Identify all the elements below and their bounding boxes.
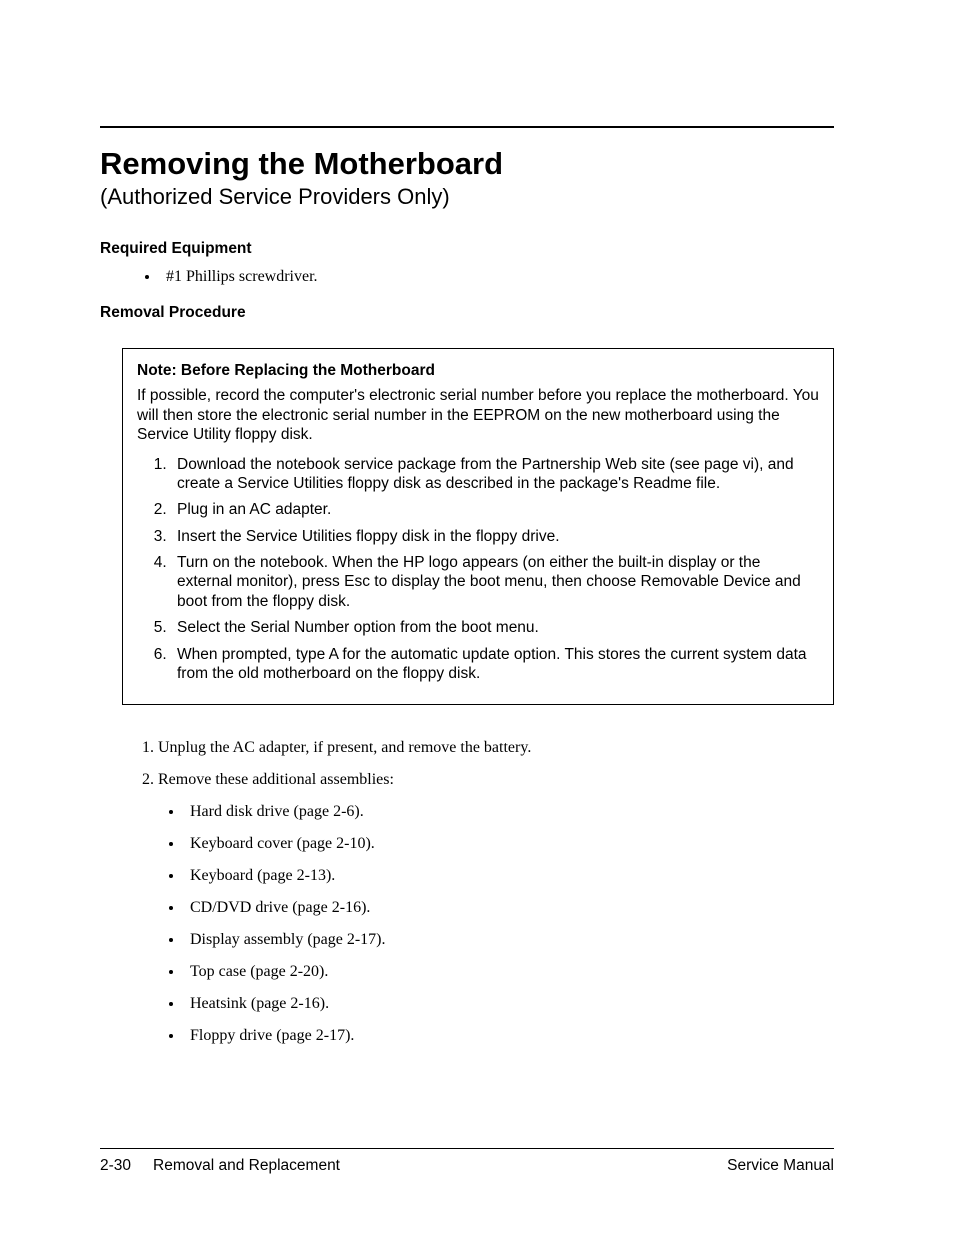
footer-left: 2-30 Removal and Replacement xyxy=(100,1157,340,1175)
assemblies-list: Hard disk drive (page 2-6). Keyboard cov… xyxy=(184,803,834,1045)
page-content: Removing the Motherboard (Authorized Ser… xyxy=(100,126,834,1175)
list-item: #1 Phillips screwdriver. xyxy=(160,268,834,286)
list-item: Plug in an AC adapter. xyxy=(171,500,819,519)
top-rule xyxy=(100,126,834,128)
note-box: Note: Before Replacing the Motherboard I… xyxy=(122,348,834,705)
list-item: Download the notebook service package fr… xyxy=(171,455,819,494)
page-footer: 2-30 Removal and Replacement Service Man… xyxy=(100,1148,834,1175)
note-steps: Download the notebook service package fr… xyxy=(153,455,819,684)
section-name: Removal and Replacement xyxy=(153,1157,340,1175)
note-title: Note: Before Replacing the Motherboard xyxy=(137,361,819,380)
list-item: CD/DVD drive (page 2-16). xyxy=(184,899,834,917)
equipment-heading: Required Equipment xyxy=(100,240,834,258)
list-item: Top case (page 2-20). xyxy=(184,963,834,981)
list-item: Keyboard cover (page 2-10). xyxy=(184,835,834,853)
note-intro: If possible, record the computer's elect… xyxy=(137,386,819,444)
list-item: Display assembly (page 2-17). xyxy=(184,931,834,949)
list-item: Remove these additional assemblies: Hard… xyxy=(158,771,834,1045)
list-item: Heatsink (page 2-16). xyxy=(184,995,834,1013)
footer-rule xyxy=(100,1148,834,1149)
step-text: Remove these additional assemblies: xyxy=(158,771,394,788)
list-item: Hard disk drive (page 2-6). xyxy=(184,803,834,821)
list-item: Keyboard (page 2-13). xyxy=(184,867,834,885)
page-subtitle: (Authorized Service Providers Only) xyxy=(100,184,834,210)
list-item: Unplug the AC adapter, if present, and r… xyxy=(158,739,834,757)
list-item: Insert the Service Utilities floppy disk… xyxy=(171,527,819,546)
main-steps: Unplug the AC adapter, if present, and r… xyxy=(142,739,834,1045)
list-item: Turn on the notebook. When the HP logo a… xyxy=(171,553,819,611)
list-item: Floppy drive (page 2-17). xyxy=(184,1027,834,1045)
equipment-list: #1 Phillips screwdriver. xyxy=(160,268,834,286)
doc-name: Service Manual xyxy=(727,1157,834,1175)
footer-row: 2-30 Removal and Replacement Service Man… xyxy=(100,1157,834,1175)
list-item: When prompted, type A for the automatic … xyxy=(171,645,819,684)
page-title: Removing the Motherboard xyxy=(100,146,834,182)
list-item: Select the Serial Number option from the… xyxy=(171,618,819,637)
page-number: 2-30 xyxy=(100,1157,131,1175)
procedure-heading: Removal Procedure xyxy=(100,304,834,322)
